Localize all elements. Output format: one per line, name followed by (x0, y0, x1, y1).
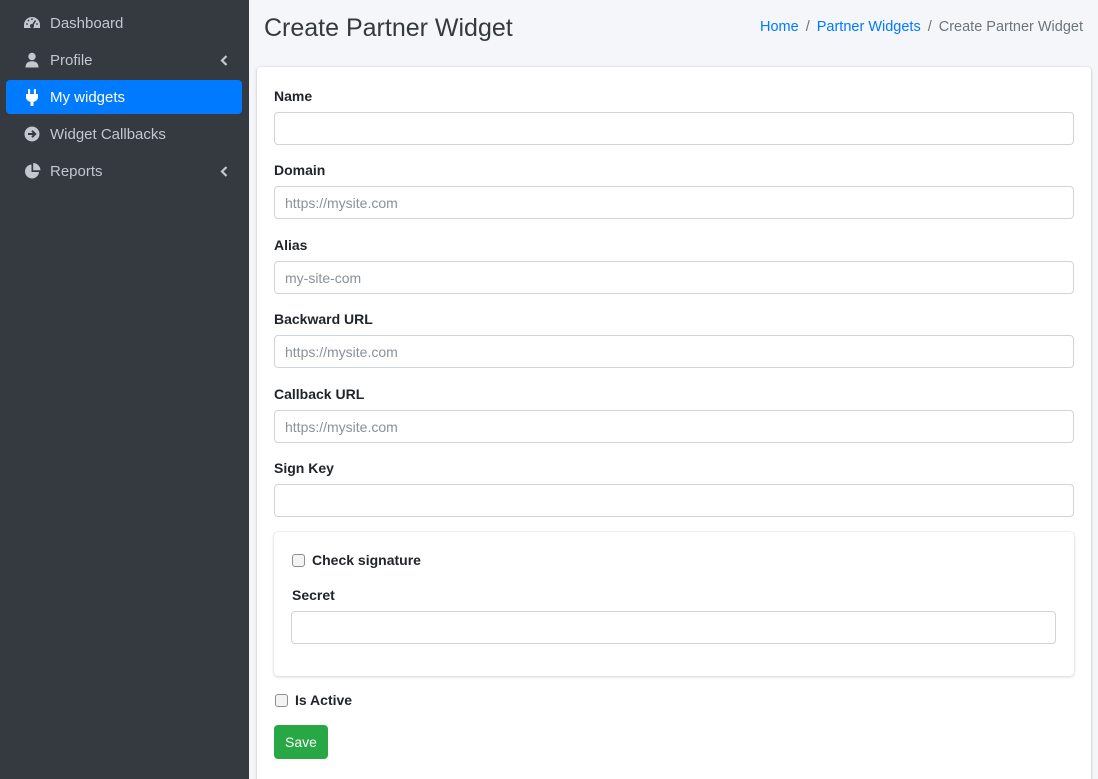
form-card: Name Domain Alias Backward URL Callback … (257, 67, 1091, 779)
pie-chart-icon (22, 162, 42, 180)
alias-input[interactable] (274, 261, 1074, 294)
sidebar-item-label: Dashboard (50, 14, 124, 32)
check-signature-checkbox[interactable] (292, 554, 305, 567)
page-title: Create Partner Widget (264, 14, 513, 42)
is-active-checkbox[interactable] (275, 694, 288, 707)
breadcrumb-home-link[interactable]: Home (760, 19, 799, 35)
sidebar-item-label: My widgets (50, 88, 126, 106)
user-icon (22, 51, 42, 69)
callback-url-label: Callback URL (274, 386, 365, 402)
alias-label: Alias (274, 237, 308, 253)
breadcrumb-separator: / (805, 19, 810, 35)
check-signature-label[interactable]: Check signature (312, 552, 421, 568)
sidebar-item-my-widgets[interactable]: My widgets (6, 80, 242, 114)
domain-label: Domain (274, 162, 326, 178)
arrow-circle-right-icon (22, 125, 42, 143)
chevron-left-icon (218, 54, 230, 66)
is-active-label[interactable]: Is Active (295, 692, 352, 708)
secret-input[interactable] (291, 611, 1056, 644)
sidebar-item-label: Profile (50, 51, 93, 69)
breadcrumb-current: Create Partner Widget (938, 19, 1083, 35)
backward-url-label: Backward URL (274, 311, 373, 327)
breadcrumb-separator: / (927, 19, 932, 35)
secret-label: Secret (292, 587, 335, 603)
sidebar-item-dashboard[interactable]: Dashboard (6, 6, 242, 40)
name-label: Name (274, 88, 313, 104)
sidebar-item-label: Reports (50, 162, 103, 180)
dashboard-gauge-icon (22, 14, 42, 32)
sign-key-input[interactable] (274, 484, 1074, 517)
signature-panel: Check signature Secret (274, 532, 1074, 676)
sidebar-item-profile[interactable]: Profile (6, 43, 242, 77)
breadcrumb-partner-widgets-link[interactable]: Partner Widgets (817, 19, 921, 35)
sidebar: Dashboard Profile My widgets Widget Call… (0, 0, 249, 779)
save-button[interactable]: Save (274, 725, 328, 759)
backward-url-input[interactable] (274, 335, 1074, 368)
name-input[interactable] (274, 112, 1074, 145)
sidebar-item-widget-callbacks[interactable]: Widget Callbacks (6, 117, 242, 151)
breadcrumb: Home / Partner Widgets / Create Partner … (760, 19, 1083, 35)
domain-input[interactable] (274, 186, 1074, 219)
sidebar-item-label: Widget Callbacks (50, 125, 166, 143)
sidebar-item-reports[interactable]: Reports (6, 154, 242, 188)
callback-url-input[interactable] (274, 410, 1074, 443)
plug-icon (22, 88, 42, 106)
chevron-left-icon (218, 165, 230, 177)
sign-key-label: Sign Key (274, 460, 334, 476)
